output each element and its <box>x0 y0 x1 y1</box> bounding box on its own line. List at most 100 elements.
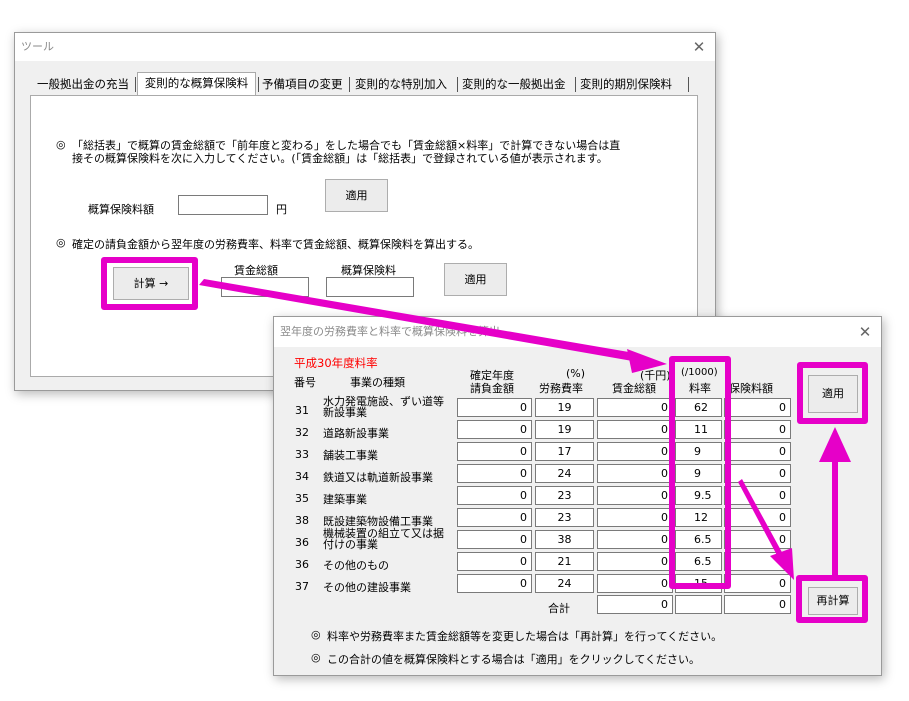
rate-field[interactable]: 11 <box>675 420 722 439</box>
table-row: 36 機械装置の組立て又は据 付けの事業 0 38 0 6.5 0 <box>0 528 909 551</box>
tab-variable-estimated-premium[interactable]: 変則的な概算保険料 <box>137 72 256 95</box>
rate-field[interactable]: 6.5 <box>675 552 722 571</box>
tab-general-contribution[interactable]: 一般拠出金の充当 <box>37 74 129 94</box>
estimated-premium-field <box>326 277 414 297</box>
dialog-note1-text: 料率や労務費率また賃金総額等を変更した場合は「再計算」を行ってください。 <box>327 630 723 643</box>
estimated-premium-label: 概算保険料 <box>341 264 396 277</box>
recalc-button[interactable]: 再計算 <box>808 587 858 615</box>
premium-field: 0 <box>724 552 791 571</box>
contract-amount-field[interactable]: 0 <box>457 398 532 417</box>
rate-field[interactable]: 12 <box>675 508 722 527</box>
row-type-line2: 付けの事業 <box>323 538 378 551</box>
premium-field: 0 <box>724 420 791 439</box>
tab-variable-periodic-premium[interactable]: 変則的期別保険料 <box>580 74 672 94</box>
wage-total-field <box>221 277 309 297</box>
rate-field[interactable]: 6.5 <box>675 530 722 549</box>
wage-total-field[interactable]: 0 <box>597 420 673 439</box>
table-row: 34 鉄道又は軌道新設事業 0 24 0 9 0 <box>0 464 909 484</box>
header-wage: 賃金総額 <box>612 382 656 395</box>
premium-field: 0 <box>724 530 791 549</box>
apply-button[interactable]: 適用 <box>325 179 388 212</box>
premium-field: 0 <box>724 464 791 483</box>
labor-rate-field[interactable]: 17 <box>535 442 594 461</box>
row-type: 建築事業 <box>323 493 367 506</box>
note-mark: ◎ <box>311 651 321 664</box>
contract-amount-field[interactable]: 0 <box>457 420 532 439</box>
table-row: 36 その他のもの 0 21 0 6.5 0 <box>0 552 909 572</box>
rate-field[interactable]: 9 <box>675 464 722 483</box>
row-no: 36 <box>295 558 309 571</box>
labor-rate-field[interactable]: 19 <box>535 398 594 417</box>
wage-total-field[interactable]: 0 <box>597 464 673 483</box>
note-mark: ◎ <box>311 628 321 641</box>
row-type: 舗装工事業 <box>323 449 378 462</box>
main-window-close-icon[interactable]: ✕ <box>691 33 707 61</box>
wage-total-field[interactable]: 0 <box>597 442 673 461</box>
tab-separator <box>688 77 689 92</box>
tab-variable-special-enrollment[interactable]: 変則的な特別加入 <box>355 74 447 94</box>
main-window-title: ツール <box>15 33 715 61</box>
note-mark: ◎ <box>56 138 66 151</box>
dialog-apply-button[interactable]: 適用 <box>808 375 858 413</box>
row-no: 31 <box>295 404 309 417</box>
contract-amount-field[interactable]: 0 <box>457 552 532 571</box>
table-row: 31 水力発電施設、ずい道等 新設事業 0 19 0 62 0 <box>0 396 909 418</box>
apply-button[interactable]: 適用 <box>444 263 507 296</box>
labor-rate-field[interactable]: 23 <box>535 508 594 527</box>
note-text-line2: 接その概算保険料を次に入力してください。(「賃金総額」は「総括表」で登録されてい… <box>72 152 608 165</box>
header-premium: 保険料額 <box>729 382 773 395</box>
contract-amount-field[interactable]: 0 <box>457 530 532 549</box>
total-premium-field: 0 <box>724 595 791 614</box>
rate-field[interactable]: 9.5 <box>675 486 722 505</box>
calc-button[interactable]: 計算 → <box>113 267 189 300</box>
labor-rate-field[interactable]: 38 <box>535 530 594 549</box>
wage-total-field[interactable]: 0 <box>597 508 673 527</box>
table-row: 35 建築事業 0 23 0 9.5 0 <box>0 486 909 506</box>
labor-rate-field[interactable]: 19 <box>535 420 594 439</box>
dialog-title: 翌年度の労務費率と料率で概算保険料を算出 <box>274 317 881 347</box>
header-rate-unit: (/1000) <box>681 367 718 378</box>
row-no: 36 <box>295 536 309 549</box>
header-contract-line2: 請負金額 <box>470 382 514 395</box>
table-row: 32 道路新設事業 0 19 0 11 0 <box>0 420 909 440</box>
rate-field[interactable]: 62 <box>675 398 722 417</box>
row-type: その他の建設事業 <box>323 581 411 594</box>
labor-rate-field[interactable]: 24 <box>535 464 594 483</box>
contract-amount-field[interactable]: 0 <box>457 574 532 593</box>
premium-label: 概算保険料額 <box>88 203 154 216</box>
tab-variable-general-contribution[interactable]: 変則的な一般拠出金 <box>462 74 566 94</box>
contract-amount-field[interactable]: 0 <box>457 508 532 527</box>
contract-amount-field[interactable]: 0 <box>457 464 532 483</box>
rate-field[interactable]: 15 <box>675 574 722 593</box>
row-type: 道路新設事業 <box>323 427 389 440</box>
row-no: 33 <box>295 448 309 461</box>
rate-field[interactable]: 9 <box>675 442 722 461</box>
contract-amount-field[interactable]: 0 <box>457 486 532 505</box>
wage-total-field[interactable]: 0 <box>597 574 673 593</box>
header-labor: 労務費率 <box>539 382 583 395</box>
labor-rate-field[interactable]: 21 <box>535 552 594 571</box>
wage-total-field[interactable]: 0 <box>597 552 673 571</box>
tab-reserve-item-change[interactable]: 予備項目の変更 <box>262 74 343 94</box>
labor-rate-field[interactable]: 24 <box>535 574 594 593</box>
labor-rate-field[interactable]: 23 <box>535 486 594 505</box>
wage-total-field[interactable]: 0 <box>597 398 673 417</box>
total-label: 合計 <box>548 602 570 615</box>
row-no: 38 <box>295 514 309 527</box>
row-type: その他のもの <box>323 559 389 572</box>
tab-separator <box>349 77 350 92</box>
premium-input[interactable] <box>178 195 268 215</box>
wage-total-field[interactable]: 0 <box>597 486 673 505</box>
row-no: 34 <box>295 470 309 483</box>
table-row: 33 舗装工事業 0 17 0 9 0 <box>0 442 909 462</box>
row-type: 鉄道又は軌道新設事業 <box>323 471 433 484</box>
tab-separator <box>258 77 259 92</box>
row-no: 35 <box>295 492 309 505</box>
header-rate: 料率 <box>689 382 711 395</box>
premium-field: 0 <box>724 486 791 505</box>
contract-amount-field[interactable]: 0 <box>457 442 532 461</box>
wage-total-field[interactable]: 0 <box>597 530 673 549</box>
dialog-close-icon[interactable]: ✕ <box>857 317 873 347</box>
row-no: 32 <box>295 426 309 439</box>
yen-unit: 円 <box>276 203 287 216</box>
